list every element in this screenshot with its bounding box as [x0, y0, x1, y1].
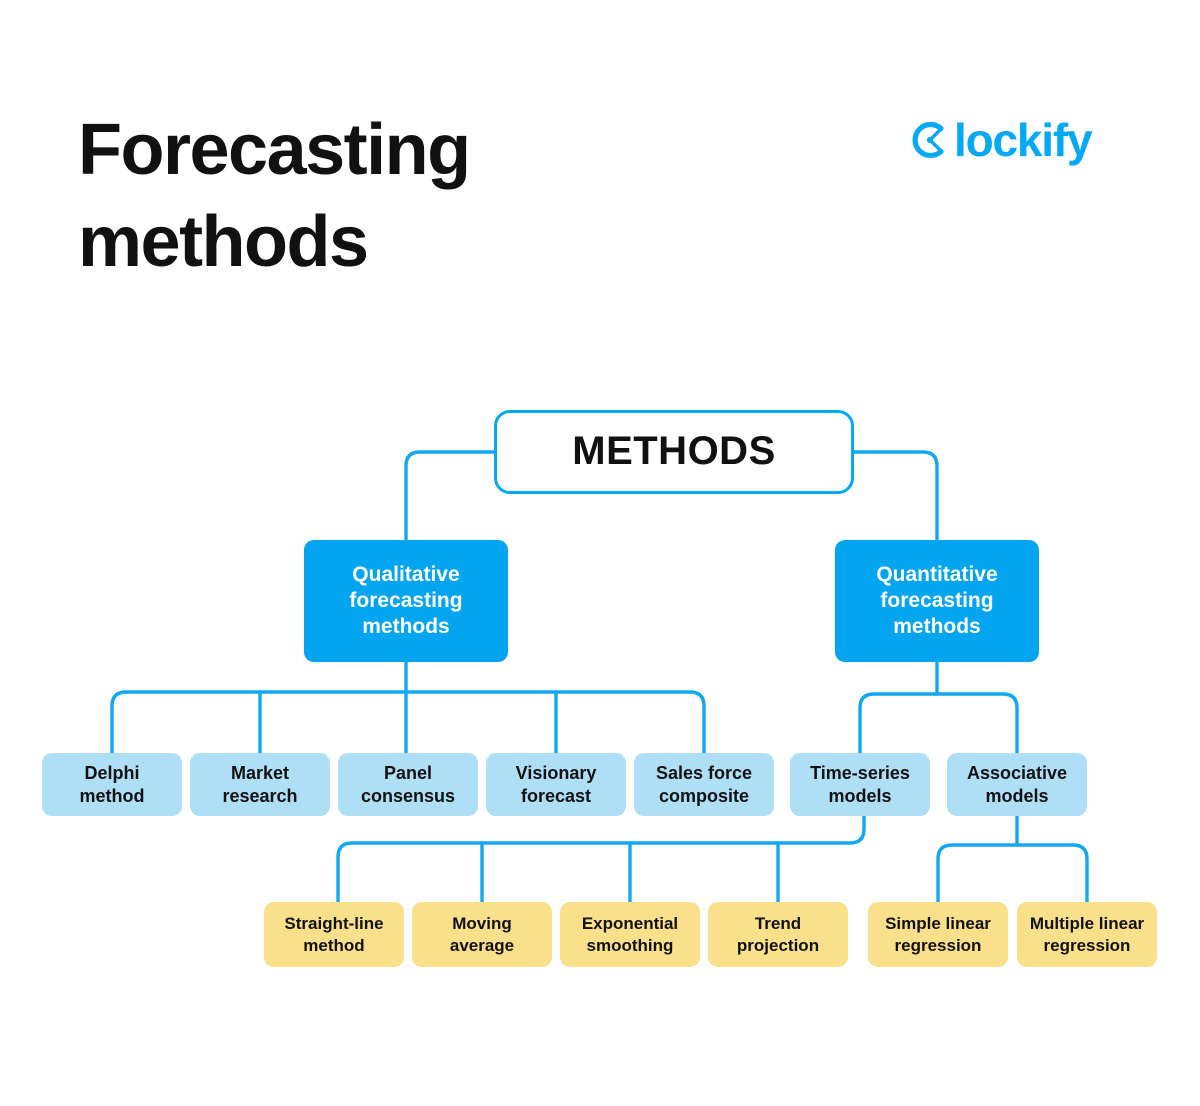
edge-methods-to-quantitative	[850, 450, 939, 544]
edge-qualitative-bus	[110, 690, 706, 757]
node-trend-projection[interactable]: Trend projection	[708, 902, 848, 967]
node-multiple-linear-regression[interactable]: Multiple linear regression	[1017, 902, 1157, 967]
node-simple-linear-regression[interactable]: Simple linear regression	[868, 902, 1008, 967]
node-time-series-models[interactable]: Time-series models	[790, 753, 930, 816]
edge-timeseries-bus	[336, 814, 866, 906]
node-sales-force-composite[interactable]: Sales force composite	[634, 753, 774, 816]
node-straight-line-method[interactable]: Straight-line method	[264, 902, 404, 967]
edge-associative-bus	[936, 843, 1089, 906]
node-methods[interactable]: METHODS	[494, 410, 854, 494]
infographic-page: Forecasting methods lockify METHODS Qual…	[0, 0, 1200, 1106]
node-visionary-forecast[interactable]: Visionary forecast	[486, 753, 626, 816]
node-panel-consensus[interactable]: Panel consensus	[338, 753, 478, 816]
node-moving-average[interactable]: Moving average	[412, 902, 552, 967]
node-exponential-smoothing[interactable]: Exponential smoothing	[560, 902, 700, 967]
edge-quantitative-bus	[858, 692, 1019, 757]
node-qualitative-forecasting-methods[interactable]: Qualitative forecasting methods	[304, 540, 508, 662]
edge-methods-to-qualitative	[404, 450, 498, 544]
node-delphi-method[interactable]: Delphi method	[42, 753, 182, 816]
forecasting-methods-tree: METHODS Qualitative forecasting methods …	[0, 0, 1200, 1106]
node-market-research[interactable]: Market research	[190, 753, 330, 816]
node-quantitative-forecasting-methods[interactable]: Quantitative forecasting methods	[835, 540, 1039, 662]
node-associative-models[interactable]: Associative models	[947, 753, 1087, 816]
